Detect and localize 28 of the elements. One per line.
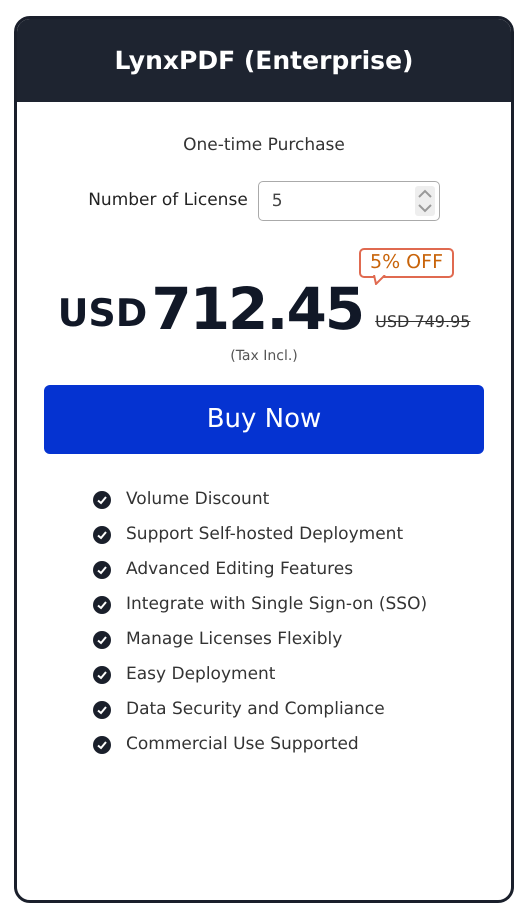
check-circle-icon [93, 736, 111, 754]
feature-text: Manage Licenses Flexibly [126, 628, 342, 651]
check-circle-icon [93, 630, 111, 648]
feature-text: Data Security and Compliance [126, 698, 385, 721]
check-circle-icon [93, 700, 111, 718]
discount-badge: 5% OFF [359, 248, 454, 278]
feature-text: Volume Discount [126, 488, 270, 511]
check-circle-icon [93, 596, 111, 614]
price-currency: USD [58, 294, 148, 332]
badge-tail-icon [373, 274, 387, 284]
feature-text: Commercial Use Supported [126, 732, 359, 756]
license-number-field[interactable]: 5 [258, 180, 440, 220]
feature-text: Integrate with Single Sign-on (SSO) [126, 592, 428, 616]
license-label: Number of License [88, 188, 248, 212]
tax-note: (Tax Incl.) [230, 346, 298, 366]
check-circle-icon [93, 666, 111, 684]
check-circle-icon [93, 490, 111, 508]
check-circle-icon [93, 560, 111, 578]
price-amount: 712.45 [151, 280, 364, 338]
check-circle-icon [93, 526, 111, 544]
card-title: LynxPDF (Enterprise) [114, 44, 414, 77]
feature-text: Easy Deployment [126, 662, 276, 686]
spinner-icon[interactable] [414, 186, 435, 216]
feature-text: Advanced Editing Features [126, 558, 354, 581]
original-price: USD 749.95 [375, 310, 470, 332]
feature-text: Support Self-hosted Deployment [126, 522, 404, 546]
buy-now-button[interactable]: Buy Now [44, 384, 484, 454]
purchase-type: One-time Purchase [183, 134, 345, 157]
